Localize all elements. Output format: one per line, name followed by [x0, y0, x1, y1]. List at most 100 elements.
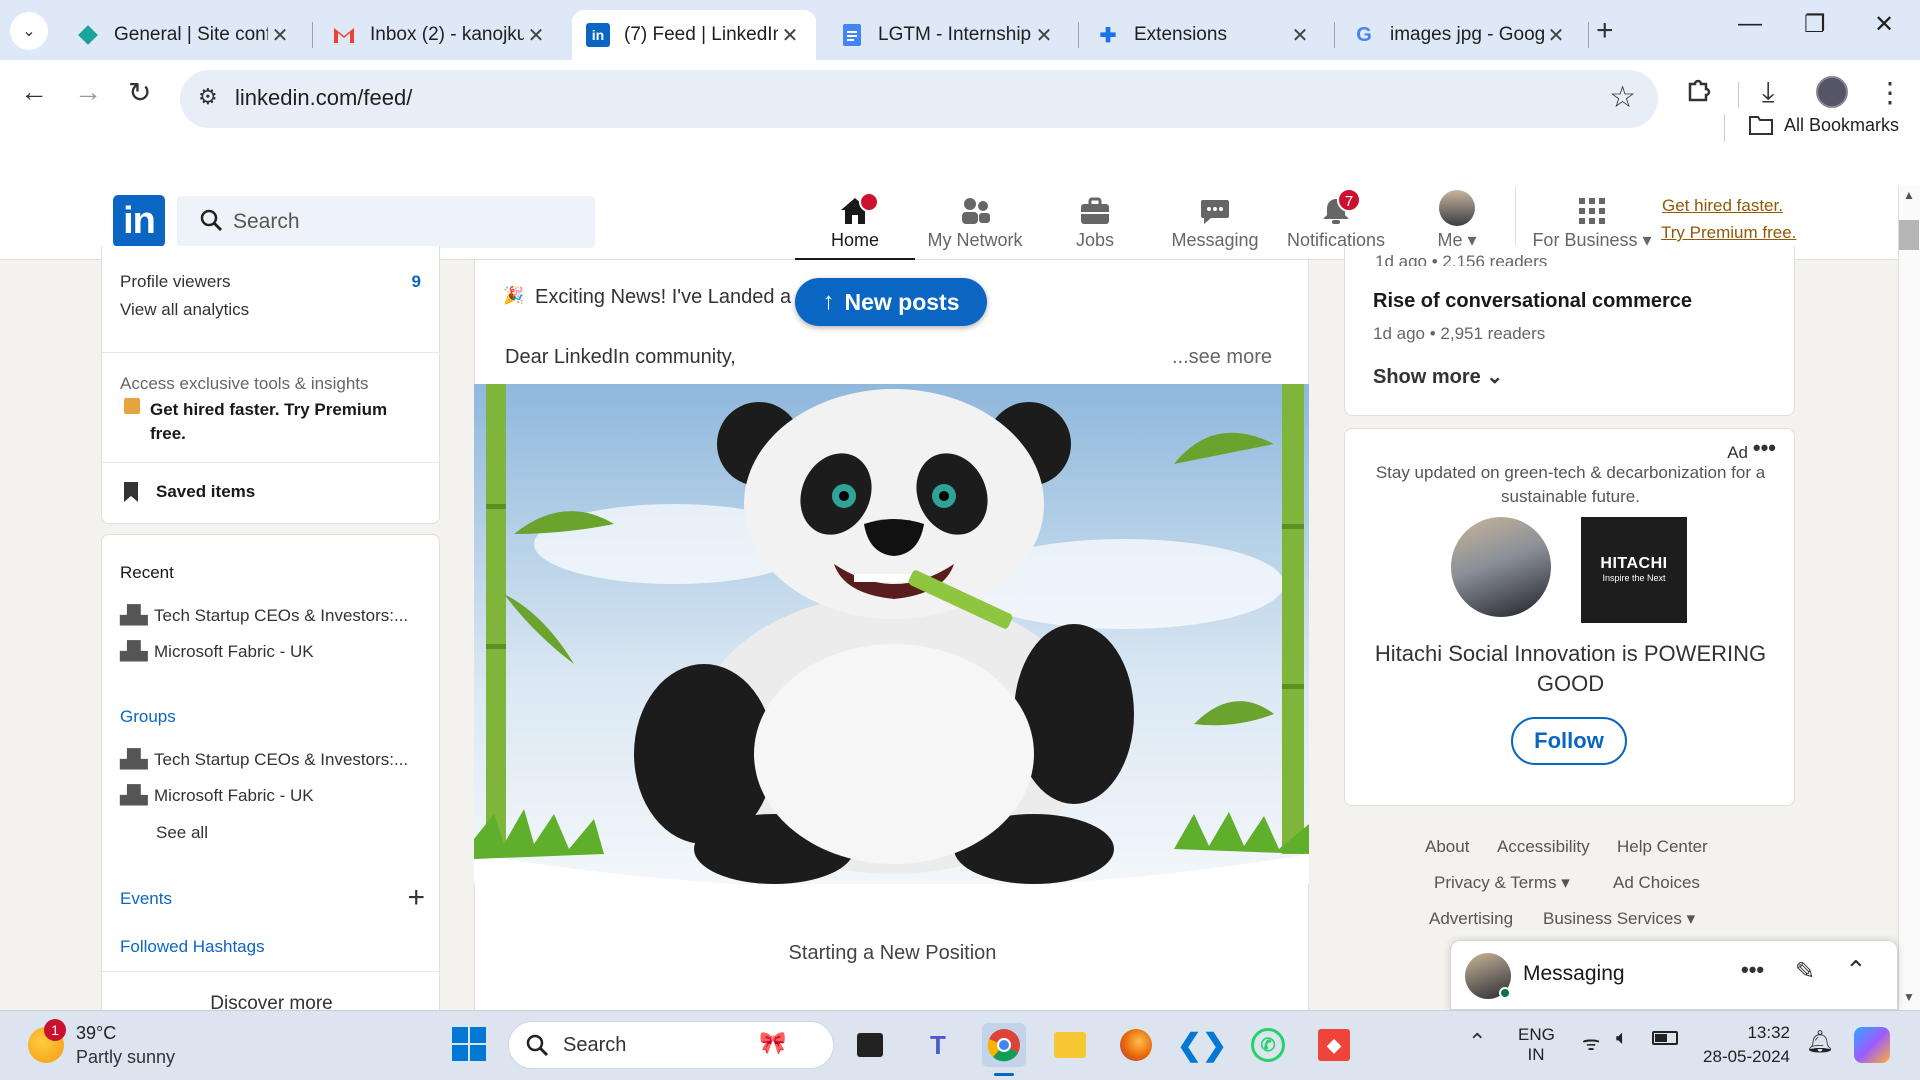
nav-messaging[interactable]: Messaging	[1155, 186, 1275, 260]
close-tab-icon[interactable]: ✕	[268, 23, 292, 48]
chrome-icon[interactable]	[982, 1023, 1026, 1067]
forward-button[interactable]: →	[74, 76, 102, 108]
recent-groups-card: Recent ▟▙ Tech Startup CEOs & Investors:.…	[101, 534, 441, 1014]
nav-my-network[interactable]: My Network	[915, 186, 1035, 260]
tab-google-images[interactable]: G images jpg - Goog ✕	[1338, 10, 1582, 60]
scroll-up-arrow[interactable]: ▲	[1903, 188, 1915, 202]
add-event-icon[interactable]: +	[407, 881, 425, 915]
weather-temperature[interactable]: 39°C	[76, 1023, 116, 1044]
teams-icon[interactable]: T	[916, 1023, 960, 1067]
clock[interactable]: 13:32 28-05-2024	[1700, 1023, 1790, 1067]
extensions-icon[interactable]	[1684, 76, 1712, 111]
file-explorer-icon[interactable]	[1048, 1023, 1092, 1067]
recent-item[interactable]: ▟▙ Microsoft Fabric - UK	[120, 641, 314, 662]
copilot-icon[interactable]	[1854, 1027, 1890, 1063]
search-box[interactable]	[177, 196, 595, 248]
browser-menu-icon[interactable]: ⋮	[1876, 76, 1904, 109]
group-item[interactable]: ▟▙ Microsoft Fabric - UK	[120, 785, 314, 806]
recent-item[interactable]: ▟▙ Tech Startup CEOs & Investors:...	[120, 605, 408, 626]
restore-button[interactable]: ❐	[1804, 10, 1826, 39]
download-icon[interactable]: ⤓	[1762, 76, 1774, 109]
site-info-icon[interactable]: ⚙	[198, 84, 218, 110]
see-more-link[interactable]: ...see more	[1172, 346, 1272, 369]
address-bar[interactable]: ⚙ linkedin.com/feed/ ☆	[180, 70, 1658, 128]
close-tab-icon[interactable]: ✕	[778, 23, 802, 48]
profile-viewers-label[interactable]: Profile viewers	[120, 272, 231, 292]
nav-jobs[interactable]: Jobs	[1035, 186, 1155, 260]
linkedin-logo[interactable]: in	[113, 195, 165, 247]
group-item[interactable]: ▟▙ Tech Startup CEOs & Investors:...	[120, 749, 408, 770]
footer-privacy-terms[interactable]: Privacy & Terms ▾	[1434, 873, 1570, 893]
search-input[interactable]	[233, 204, 573, 240]
back-button[interactable]: ←	[20, 76, 48, 108]
search-icon	[525, 1033, 549, 1062]
premium-link-line2[interactable]: Try Premium free.	[1661, 223, 1796, 243]
notification-center-icon[interactable]: 🔔︎	[1806, 1029, 1834, 1055]
followed-hashtags-link[interactable]: Followed Hashtags	[120, 937, 265, 957]
chevron-up-icon[interactable]: ⌃	[1845, 955, 1867, 986]
anydesk-icon[interactable]: ◆	[1312, 1023, 1356, 1067]
footer-accessibility[interactable]: Accessibility	[1497, 837, 1590, 857]
new-posts-button[interactable]: ↑ New posts	[795, 278, 987, 326]
weather-condition[interactable]: Partly sunny	[76, 1047, 175, 1068]
page-scrollbar[interactable]	[1898, 186, 1920, 1010]
events-link[interactable]: Events	[120, 889, 172, 909]
minimize-button[interactable]: —	[1738, 10, 1762, 38]
tab-search-button[interactable]: ⌄	[10, 12, 48, 50]
follow-button[interactable]: Follow	[1511, 717, 1627, 765]
new-tab-button[interactable]: +	[1596, 14, 1614, 48]
arrow-up-icon: ↑	[822, 288, 835, 315]
volume-icon[interactable]: 🔈︎	[1616, 1027, 1628, 1050]
all-bookmarks[interactable]: All Bookmarks	[1748, 114, 1899, 136]
footer-business-services[interactable]: Business Services ▾	[1543, 909, 1695, 929]
view-analytics-link[interactable]: View all analytics	[120, 300, 249, 320]
reload-button[interactable]: ↻	[128, 76, 151, 109]
bookmark-star-icon[interactable]: ☆	[1609, 80, 1636, 115]
tab-lgtm[interactable]: LGTM - Internship ✕	[826, 10, 1070, 60]
scrollbar-thumb[interactable]	[1899, 220, 1919, 250]
docs-icon	[840, 23, 864, 47]
browser-profile-avatar[interactable]	[1816, 76, 1848, 108]
footer-ad-choices[interactable]: Ad Choices	[1613, 873, 1700, 893]
system-tray-chevron-icon[interactable]: ⌃	[1468, 1029, 1486, 1055]
task-view-icon[interactable]	[848, 1023, 892, 1067]
premium-cta-link[interactable]: Get hired faster. Try Premium free.	[150, 398, 420, 446]
ad-user-avatar	[1449, 515, 1553, 619]
tab-site-config[interactable]: General | Site confi ✕	[62, 10, 306, 60]
firefox-icon[interactable]	[1114, 1023, 1158, 1067]
messaging-options-icon[interactable]: •••	[1741, 957, 1764, 983]
footer-about[interactable]: About	[1425, 837, 1469, 857]
see-all-groups-link[interactable]: See all	[156, 823, 208, 843]
nav-home[interactable]: Home	[795, 186, 915, 260]
saved-items-link[interactable]: Saved items	[156, 482, 255, 502]
ad-options-icon[interactable]: •••	[1753, 435, 1776, 461]
close-tab-icon[interactable]: ✕	[1032, 23, 1056, 48]
tab-linkedin[interactable]: in (7) Feed | LinkedIn ✕	[572, 10, 816, 60]
vscode-icon[interactable]: ❮❯	[1177, 1023, 1227, 1067]
windows-start-icon[interactable]	[452, 1027, 486, 1066]
scroll-down-arrow[interactable]: ▼	[1903, 990, 1915, 1004]
close-tab-icon[interactable]: ✕	[524, 23, 548, 48]
compose-message-icon[interactable]: ✎	[1795, 957, 1815, 986]
groups-link[interactable]: Groups	[120, 707, 176, 727]
close-tab-icon[interactable]: ✕	[1544, 23, 1568, 48]
url-text[interactable]: linkedin.com/feed/	[235, 85, 412, 111]
show-more-button[interactable]: Show more ⌄	[1373, 364, 1503, 389]
close-window-button[interactable]: ✕	[1874, 10, 1894, 39]
language-indicator[interactable]: ENG IN	[1518, 1025, 1555, 1065]
battery-icon[interactable]	[1652, 1031, 1678, 1045]
messaging-overlay[interactable]: Messaging ••• ✎ ⌃	[1450, 940, 1898, 1010]
wifi-icon[interactable]: ᯤ	[1582, 1029, 1600, 1056]
profile-viewers-count[interactable]: 9	[412, 272, 421, 292]
tab-extensions[interactable]: ✚ Extensions ✕	[1082, 10, 1326, 60]
footer-advertising[interactable]: Advertising	[1429, 909, 1513, 929]
premium-link-line1[interactable]: Get hired faster.	[1662, 196, 1783, 216]
close-tab-icon[interactable]: ✕	[1288, 23, 1312, 48]
whatsapp-icon[interactable]: ✆	[1246, 1023, 1290, 1067]
post-image-panda[interactable]	[474, 384, 1309, 884]
news-title[interactable]: Rise of conversational commerce	[1373, 290, 1692, 313]
hitachi-logo[interactable]: HITACHI Inspire the Next	[1581, 517, 1687, 623]
tab-gmail[interactable]: Inbox (2) - kanojku ✕	[318, 10, 562, 60]
footer-help-center[interactable]: Help Center	[1617, 837, 1708, 857]
taskbar-search[interactable]: Search 🎀	[508, 1021, 834, 1069]
